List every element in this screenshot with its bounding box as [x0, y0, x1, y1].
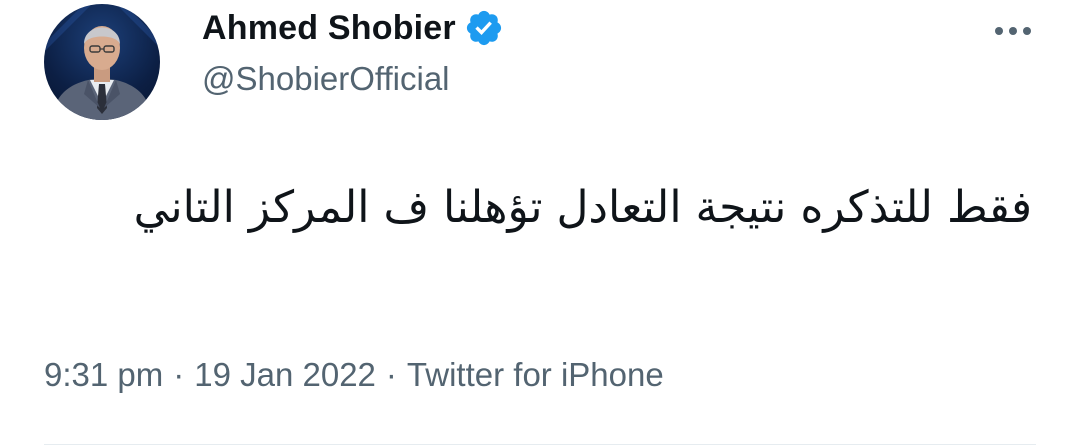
profile-photo-icon — [44, 4, 160, 120]
avatar[interactable] — [44, 4, 160, 120]
more-dots-icon — [995, 27, 1031, 35]
tweet-date[interactable]: 19 Jan 2022 — [194, 356, 376, 394]
tweet-card: Ahmed Shobier @ShobierOfficial فقط للتذك… — [0, 0, 1080, 448]
author-display-name[interactable]: Ahmed Shobier — [202, 9, 456, 48]
tweet-text: فقط للتذكره نتيجة التعادل تؤهلنا ف المرك… — [133, 182, 1032, 233]
tweet-meta: 9:31 pm · 19 Jan 2022 · Twitter for iPho… — [44, 356, 664, 394]
author-name-row: Ahmed Shobier — [202, 6, 504, 50]
more-options-button[interactable] — [986, 14, 1040, 48]
tweet-time[interactable]: 9:31 pm — [44, 356, 163, 394]
meta-separator: · — [173, 356, 185, 393]
divider — [44, 444, 1036, 445]
verified-badge-icon — [464, 8, 504, 48]
author-handle[interactable]: @ShobierOfficial — [202, 60, 450, 98]
tweet-source-link[interactable]: Twitter for iPhone — [407, 356, 664, 394]
meta-separator: · — [385, 356, 397, 393]
